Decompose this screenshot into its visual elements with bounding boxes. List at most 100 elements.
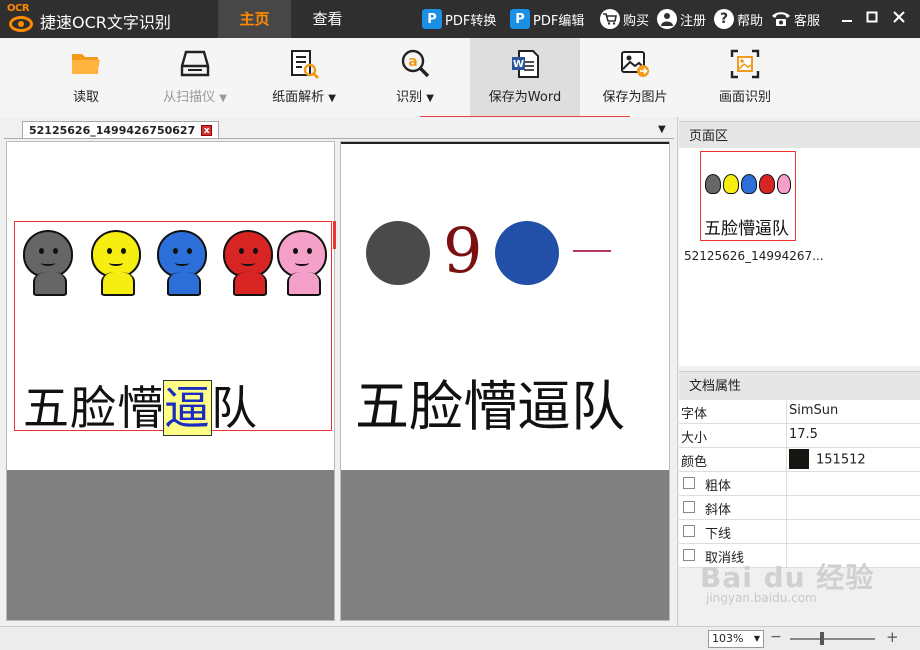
register-link[interactable]: 注册 — [657, 8, 706, 30]
help-link[interactable]: ? 帮助 — [714, 8, 763, 30]
main-toolbar: 读取 从扫描仪 ▼ 纸面解析 ▼ a 识别 ▼ W 保存为Word 保存为图片 … — [0, 38, 920, 117]
source-text: 五脸懵逼队 — [23, 380, 258, 436]
app-logo-icon: OCR — [6, 3, 36, 35]
chevron-down-icon: ▼ — [753, 634, 760, 643]
area-recognize-button[interactable]: 画面识别 — [700, 38, 790, 117]
pdf-convert-icon: P — [422, 9, 442, 29]
pdf-edit-label: PDF编辑 — [533, 13, 585, 29]
watermark-url: jingyan.baidu.com — [706, 591, 817, 605]
tab-home[interactable]: 主页 — [218, 0, 291, 38]
from-scanner-button[interactable]: 从扫描仪 ▼ — [140, 38, 250, 117]
help-icon: ? — [714, 9, 734, 29]
title-bar: OCR 捷速OCR文字识别 主页 查看 P PDF转换 P PDF编辑 购买 注… — [0, 0, 920, 38]
area-recognize-label: 画面识别 — [718, 90, 771, 105]
color-value: 151512 — [816, 452, 866, 468]
save-word-button[interactable]: W 保存为Word — [470, 38, 580, 117]
tab-view[interactable]: 查看 — [291, 0, 364, 38]
result-gray-circle — [366, 221, 430, 285]
recognize-label: 识别 ▼ — [396, 90, 434, 105]
underline-checkbox[interactable] — [683, 525, 695, 537]
watermark-text: Bai du 经验 — [700, 561, 875, 594]
svg-text:W: W — [513, 59, 524, 70]
minimize-icon — [842, 20, 852, 22]
size-value[interactable]: 17.5 — [789, 427, 818, 442]
recognition-region[interactable]: 五脸懵逼队 — [14, 221, 332, 436]
document-tab-label: 52125626_1499426750627 — [29, 124, 196, 137]
phone-icon — [771, 9, 791, 29]
tab-list-dropdown-icon[interactable]: ▼ — [658, 124, 666, 135]
font-value[interactable]: SimSun — [789, 403, 838, 418]
zoom-out-button[interactable]: − — [770, 629, 782, 645]
thumbnail-text: 五脸懵逼队 — [704, 219, 789, 239]
highlighted-char[interactable]: 逼 — [163, 380, 212, 436]
folder-icon — [72, 54, 100, 74]
page-analysis-label: 纸面解析 ▼ — [272, 90, 336, 105]
strike-checkbox[interactable] — [683, 549, 695, 561]
scanner-icon — [180, 50, 210, 77]
prop-row-size[interactable]: 大小 17.5 — [679, 424, 920, 448]
result-nine: 9 — [443, 214, 483, 287]
zoom-select[interactable]: 103% ▼ — [708, 630, 764, 648]
save-image-button[interactable]: 保存为图片 — [590, 38, 680, 117]
prop-row-bold[interactable]: 粗体 — [679, 472, 920, 496]
pdf-convert-label: PDF转换 — [445, 13, 497, 29]
service-link[interactable]: 客服 — [771, 8, 820, 30]
thumbnail-label: 52125626_14994267... — [684, 249, 824, 263]
italic-checkbox[interactable] — [683, 501, 695, 513]
minimize-button[interactable] — [836, 7, 858, 29]
zoom-in-button[interactable]: + — [886, 628, 899, 646]
doc-props-title: 文档属性 — [679, 371, 920, 401]
source-image-panel[interactable]: 五脸懵逼队 — [6, 141, 336, 621]
pink-face-image — [273, 230, 329, 296]
blue-face-image — [153, 230, 209, 296]
save-image-label: 保存为图片 — [602, 90, 668, 105]
service-label: 客服 — [794, 13, 821, 29]
svg-text:a: a — [408, 54, 417, 70]
screen-capture-icon — [730, 49, 760, 79]
help-label: 帮助 — [737, 13, 764, 29]
app-title: 捷速OCR文字识别 — [40, 13, 171, 32]
buy-link[interactable]: 购买 — [600, 8, 649, 30]
bold-checkbox[interactable] — [683, 477, 695, 489]
yellow-face-image — [87, 230, 143, 296]
prop-row-italic[interactable]: 斜体 — [679, 496, 920, 520]
page-zone: 五脸懵逼队 52125626_14994267... — [679, 148, 920, 366]
cart-icon — [600, 9, 620, 29]
page-thumbnail[interactable]: 五脸懵逼队 — [700, 151, 796, 241]
from-scanner-label: 从扫描仪 ▼ — [163, 90, 227, 105]
read-button[interactable]: 读取 — [40, 38, 132, 117]
zoom-slider-handle[interactable] — [820, 632, 824, 645]
result-blue-circle — [495, 221, 559, 285]
zoom-slider[interactable] — [790, 638, 875, 640]
register-label: 注册 — [680, 13, 707, 29]
prop-row-font[interactable]: 字体 SimSun — [679, 400, 920, 424]
recognize-button[interactable]: a 识别 ▼ — [370, 38, 460, 117]
result-panel[interactable]: 9 五脸懵逼队 — [340, 141, 670, 621]
status-bar: 103% ▼ − + — [0, 626, 920, 650]
maximize-button[interactable] — [861, 7, 883, 29]
prop-row-underline[interactable]: 下线 — [679, 520, 920, 544]
red-face-image — [219, 230, 275, 296]
pdf-edit-link[interactable]: P PDF编辑 — [510, 8, 584, 30]
read-label: 读取 — [72, 90, 99, 105]
document-magnifier-icon — [291, 50, 320, 80]
user-icon — [657, 9, 677, 29]
color-swatch[interactable] — [789, 449, 809, 469]
result-dash — [573, 250, 611, 252]
properties-table: 字体 SimSun 大小 17.5 颜色 151512 粗体 斜体 下线 取消线 — [679, 400, 920, 568]
save-image-icon — [621, 51, 649, 77]
maximize-icon — [866, 11, 878, 23]
close-button[interactable] — [888, 7, 910, 29]
buy-label: 购买 — [623, 13, 650, 29]
right-sidebar: 页面区 五脸懵逼队 52125626_14994267... 文档属性 字体 S… — [679, 117, 920, 626]
result-text[interactable]: 五脸懵逼队 — [355, 362, 625, 441]
page-zone-title: 页面区 — [679, 121, 920, 151]
page-analysis-button[interactable]: 纸面解析 ▼ — [258, 38, 350, 117]
pdf-convert-link[interactable]: P PDF转换 — [422, 8, 496, 30]
prop-row-color[interactable]: 颜色 151512 — [679, 448, 920, 472]
document-tab[interactable]: 52125626_1499426750627 x — [22, 121, 220, 139]
gray-face-image — [19, 230, 75, 296]
tab-close-icon[interactable]: x — [201, 125, 213, 136]
app-logo-text: OCR — [7, 3, 30, 14]
close-icon — [893, 11, 905, 23]
